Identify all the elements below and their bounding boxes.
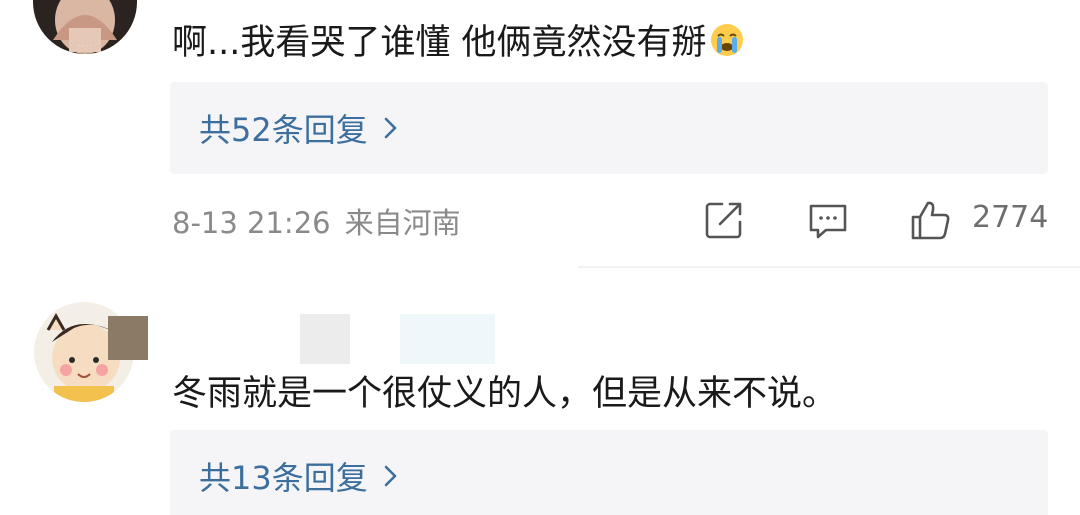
share-icon[interactable] xyxy=(702,198,746,242)
view-replies-button[interactable]: 共52条回复 xyxy=(170,82,1048,174)
like-icon[interactable] xyxy=(908,198,952,242)
comment-icon[interactable] xyxy=(806,198,850,242)
username-blurred xyxy=(108,316,148,360)
username-blurred xyxy=(400,314,495,364)
username-blurred xyxy=(300,314,350,364)
comment-text: 啊...我看哭了谁懂 他俩竟然没有掰 xyxy=(172,14,745,65)
svg-text:· · · ·: · · · · xyxy=(78,43,91,50)
crying-face-emoji-icon xyxy=(709,22,745,58)
comment-date: 8-13 21:26 xyxy=(172,206,331,240)
like-count: 2774 xyxy=(972,200,1049,235)
chevron-right-icon xyxy=(382,462,400,490)
comment-list: · · · · 啊...我看哭了谁懂 他俩竟然没有掰 共52条回复 8-13 2… xyxy=(0,0,1080,515)
comment-meta: 8-13 21:26 来自河南 xyxy=(172,200,461,242)
comment-location: 来自河南 xyxy=(344,206,461,240)
comment-text: 冬雨就是一个很仗义的人，但是从来不说。 xyxy=(172,374,838,414)
chevron-right-icon xyxy=(382,114,400,142)
user-avatar[interactable]: · · · · xyxy=(33,0,137,54)
divider xyxy=(578,266,1080,268)
view-replies-button[interactable]: 共13条回复 xyxy=(170,430,1048,515)
